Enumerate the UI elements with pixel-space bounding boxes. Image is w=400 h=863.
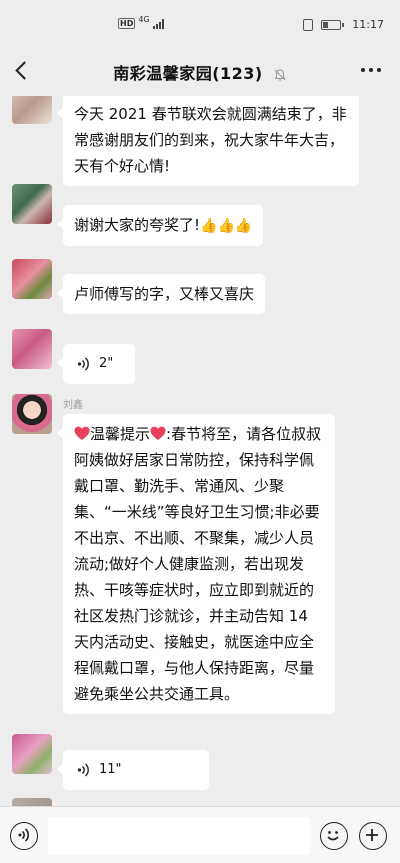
avatar[interactable]	[12, 329, 52, 369]
emoji-smile-icon	[327, 831, 339, 841]
voice-wave-icon	[77, 357, 89, 371]
signal-icon	[152, 18, 164, 29]
avatar[interactable]	[12, 259, 52, 299]
chat-title-wrap: 南彩温馨家园(123)	[0, 60, 400, 84]
plus-icon	[366, 829, 378, 841]
message-text: 卢师傅写的字，又棒又喜庆	[74, 285, 255, 303]
thumbs-up-icon: 👍👍👍	[200, 218, 253, 234]
vibrate-icon	[303, 18, 314, 31]
emoji-button[interactable]	[320, 822, 348, 850]
avatar[interactable]	[12, 184, 52, 224]
voice-message[interactable]: 11"	[57, 750, 209, 790]
avatar[interactable]	[12, 798, 52, 806]
message-bubble[interactable]: 温馨提示:春节将至，请各位叔叔阿姨做好居家日常防控，保持科学佩戴口罩、勤洗手、常…	[57, 414, 335, 714]
message-list[interactable]: 今天 2021 春节联欢会就圆满结束了，非常感谢朋友们的到来，祝大家牛年大吉，天…	[0, 96, 400, 806]
input-bar	[0, 806, 400, 863]
message-text: :春节将至，请各位叔叔阿姨做好居家日常防控，保持科学佩戴口罩、勤洗手、常通风、少…	[74, 425, 322, 703]
voice-wave-icon	[77, 763, 89, 777]
clock: 11:17	[352, 18, 384, 31]
network-status: HD 4G	[118, 15, 164, 29]
bell-muted-icon	[274, 68, 286, 81]
chat-title: 南彩温馨家园(123)	[113, 64, 263, 83]
avatar[interactable]	[12, 96, 52, 124]
chat-header: 南彩温馨家园(123)	[0, 46, 400, 96]
avatar[interactable]	[12, 734, 52, 774]
voice-input-button[interactable]	[10, 822, 38, 850]
message-bubble[interactable]: 谢谢大家的夸奖了!👍👍👍	[56, 205, 264, 246]
voice-input-icon	[18, 828, 30, 842]
plus-button[interactable]	[359, 822, 387, 850]
more-button[interactable]	[356, 60, 386, 80]
system-status: 11:17	[303, 18, 384, 31]
voice-duration: 11"	[99, 762, 122, 777]
voice-duration: 2"	[99, 356, 114, 371]
sender-name: 刘鑫	[63, 400, 83, 411]
message-bubble[interactable]: 今天 2021 春节联欢会就圆满结束了，非常感谢朋友们的到来，祝大家牛年大吉，天…	[57, 96, 359, 186]
network-type: 4G	[138, 15, 150, 24]
status-bar: HD 4G 11:17	[0, 0, 400, 40]
message-text-title: 温馨提示	[90, 425, 151, 443]
message-bubble[interactable]: 卢师傅写的字，又棒又喜庆	[56, 274, 266, 314]
battery-icon	[321, 19, 345, 30]
message-input[interactable]	[48, 817, 310, 855]
voice-message[interactable]: 2"	[57, 344, 135, 384]
avatar[interactable]	[12, 394, 52, 434]
message-text: 今天 2021 春节联欢会就圆满结束了，非常感谢朋友们的到来，祝大家牛年大吉，天…	[74, 105, 347, 175]
heart-icon	[74, 426, 90, 440]
heart-icon	[150, 426, 166, 440]
hd-badge: HD	[118, 18, 136, 29]
message-text: 谢谢大家的夸奖了!	[74, 216, 201, 234]
